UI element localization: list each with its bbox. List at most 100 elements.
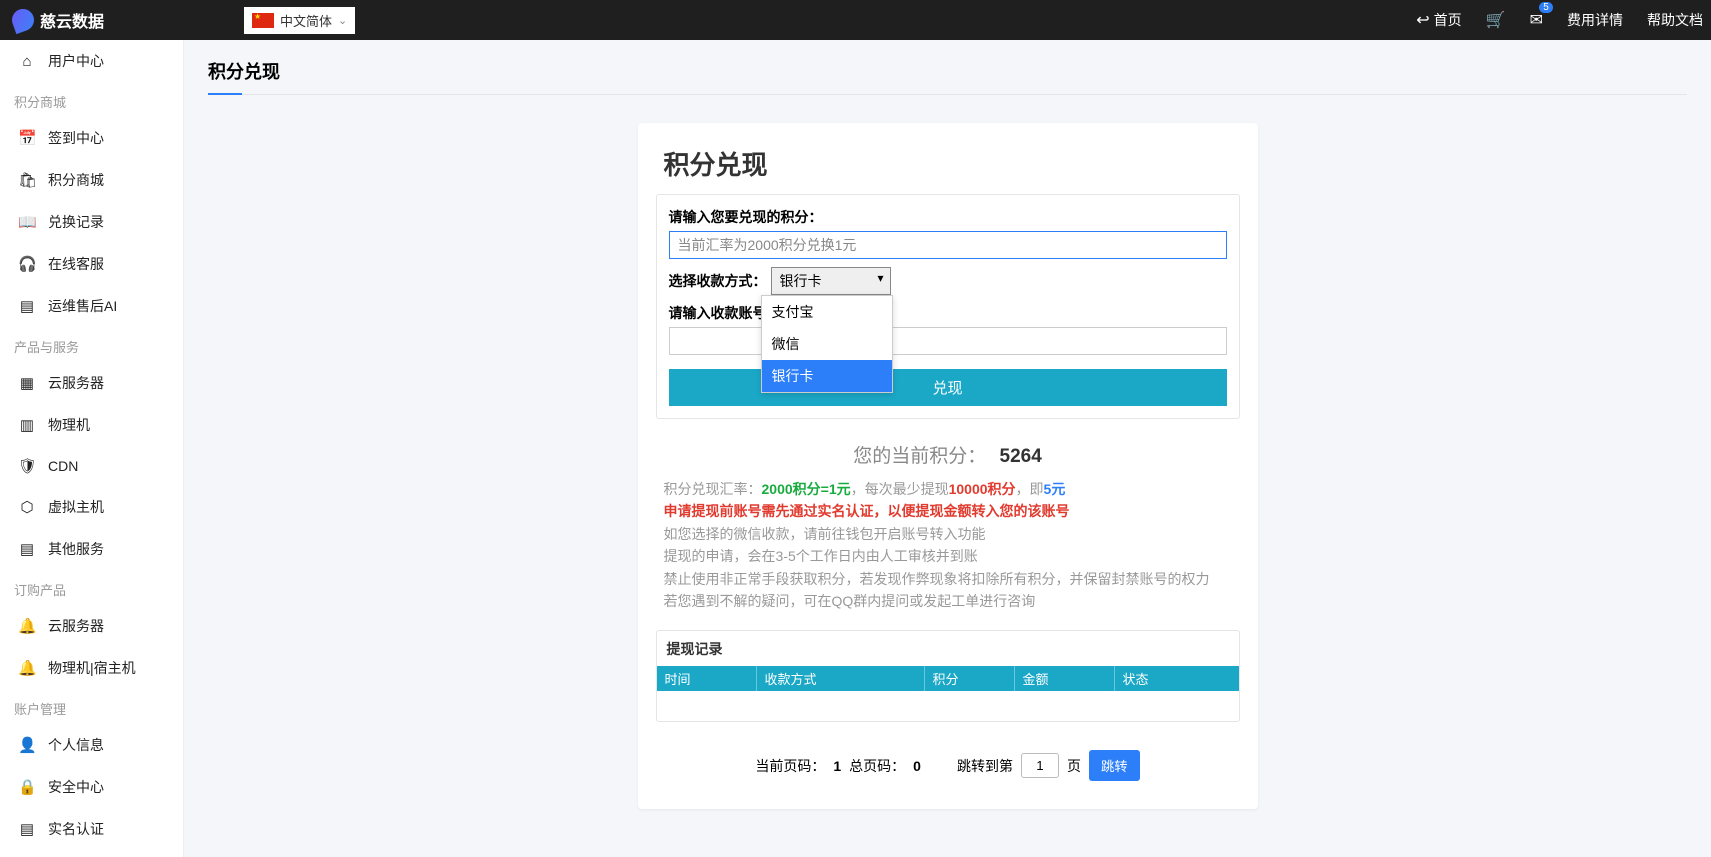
- sidebar-item-bare-metal[interactable]: ▥ 物理机: [0, 404, 183, 446]
- pager-jump-input[interactable]: [1021, 753, 1059, 778]
- top-header: 慈云数据 中文简体 ⌄ ↩ 首页 🛒 ✉ 5 费用详情 帮助文档: [0, 0, 1711, 40]
- sidebar-item-checkin[interactable]: 📅 签到中心: [0, 117, 183, 159]
- sidebar: ⌂ 用户中心 积分商城 📅 签到中心 🛍 积分商城 📖 兑换记录 🎧 在线客服 …: [0, 40, 184, 857]
- sidebar-item-exchange-log[interactable]: 📖 兑换记录: [0, 201, 183, 243]
- info-text-line: 若您遇到不解的疑问，可在QQ群内提问或发起工单进行咨询: [664, 590, 1232, 612]
- server-icon: ▥: [18, 416, 36, 434]
- method-option-alipay[interactable]: 支付宝: [762, 296, 892, 328]
- pager-jump-button[interactable]: 跳转: [1089, 750, 1140, 781]
- main-content: 积分兑现 积分兑现 请输入您要兑现的积分： 选择收款方式： 银行卡 支付宝 微信…: [184, 40, 1711, 849]
- sidebar-item-security[interactable]: 🔒 安全中心: [0, 766, 183, 808]
- nav-help[interactable]: 帮助文档: [1647, 10, 1703, 30]
- sidebar-item-cdn[interactable]: 🛡 CDN: [0, 446, 183, 486]
- col-points: 积分: [925, 666, 1015, 691]
- grid-icon: ▦: [18, 374, 36, 392]
- sidebar-item-label: 积分商城: [48, 170, 104, 190]
- nav-home-label: 首页: [1434, 10, 1462, 30]
- sidebar-item-profile[interactable]: 👤 个人信息: [0, 724, 183, 766]
- bell-icon: 🔔: [18, 617, 36, 635]
- col-time: 时间: [657, 666, 757, 691]
- sidebar-item-label: 个人信息: [48, 735, 104, 755]
- pager-jump-label: 跳转到第: [957, 756, 1013, 776]
- sidebar-item-cloud-server[interactable]: ▦ 云服务器: [0, 362, 183, 404]
- back-arrow-icon: ↩: [1416, 10, 1429, 30]
- info-warning: 申请提现前账号需先通过实名认证，以便提现金额转入您的该账号: [664, 500, 1232, 522]
- method-label: 选择收款方式：: [669, 271, 767, 291]
- user-icon: 👤: [18, 736, 36, 754]
- nav-billing[interactable]: 费用详情: [1567, 10, 1623, 30]
- info-text-line: 禁止使用非正常手段获取积分，若发现作弊现象将扣除所有积分，并保留封禁账号的权力: [664, 568, 1232, 590]
- info-text-line: 提现的申请，会在3-5个工作日内由人工审核并到账: [664, 545, 1232, 567]
- col-status: 状态: [1115, 666, 1239, 691]
- sidebar-group-services: 产品与服务: [0, 327, 183, 362]
- pager-page-word: 页: [1067, 756, 1081, 776]
- home-icon: ⌂: [18, 53, 36, 70]
- sidebar-item-label: 其他服务: [48, 539, 104, 559]
- account-input[interactable]: [669, 327, 1227, 355]
- page-title: 积分兑现: [208, 58, 1687, 95]
- sidebar-item-user-center[interactable]: ⌂ 用户中心: [0, 40, 183, 82]
- pager-total: 0: [913, 758, 921, 774]
- method-select[interactable]: 银行卡: [771, 267, 891, 295]
- nav-messages[interactable]: ✉ 5: [1530, 10, 1543, 30]
- sidebar-group-account: 账户管理: [0, 689, 183, 724]
- language-selector[interactable]: 中文简体 ⌄: [244, 7, 355, 34]
- sidebar-item-mall[interactable]: 🛍 积分商城: [0, 159, 183, 201]
- info-text-line: 如您选择的微信收款，请前往钱包开启账号转入功能: [664, 523, 1232, 545]
- cashout-form: 请输入您要兑现的积分： 选择收款方式： 银行卡 支付宝 微信 银行卡 请输入收款…: [656, 194, 1240, 419]
- points-label: 请输入您要兑现的积分：: [669, 207, 1227, 227]
- envelope-icon: ✉ 5: [1530, 10, 1543, 30]
- sidebar-group-mall: 积分商城: [0, 82, 183, 117]
- lock-icon: 🔒: [18, 778, 36, 796]
- sidebar-item-vhost[interactable]: ⬡ 虚拟主机: [0, 486, 183, 528]
- sidebar-item-label: 用户中心: [48, 51, 104, 71]
- pager-current-label: 当前页码：: [755, 756, 825, 776]
- records-title: 提现记录: [657, 631, 1239, 666]
- sidebar-item-label: 运维售后AI: [48, 296, 117, 316]
- balance-value: 5264: [1000, 446, 1042, 467]
- brand-logo[interactable]: 慈云数据: [12, 8, 104, 32]
- cart-icon: 🛒: [1486, 10, 1506, 30]
- bell-icon: 🔔: [18, 659, 36, 677]
- balance-row: 您的当前积分： 5264: [638, 441, 1258, 468]
- sidebar-item-label: 实名认证: [48, 819, 104, 839]
- sidebar-item-label: 兑换记录: [48, 212, 104, 232]
- sidebar-item-order-cloud[interactable]: 🔔 云服务器: [0, 605, 183, 647]
- cashout-card: 积分兑现 请输入您要兑现的积分： 选择收款方式： 银行卡 支付宝 微信 银行卡 …: [638, 123, 1258, 809]
- sidebar-item-realname[interactable]: ▤ 实名认证: [0, 808, 183, 850]
- sidebar-item-label: 虚拟主机: [48, 497, 104, 517]
- sidebar-item-support[interactable]: 🎧 在线客服: [0, 243, 183, 285]
- nav-cart[interactable]: 🛒: [1486, 10, 1506, 30]
- submit-button[interactable]: 兑现: [669, 369, 1227, 406]
- sidebar-item-other-services[interactable]: ▤ 其他服务: [0, 528, 183, 570]
- shield-icon: 🛡: [18, 457, 36, 475]
- info-text-line: ，每次最少提现: [851, 481, 949, 497]
- points-input[interactable]: [669, 231, 1227, 259]
- pager-current: 1: [833, 758, 841, 774]
- records-body: [657, 691, 1239, 721]
- calendar-icon: 📅: [18, 129, 36, 147]
- card-title: 积分兑现: [638, 145, 1258, 194]
- pager-total-label: 总页码：: [849, 756, 905, 776]
- method-option-wechat[interactable]: 微信: [762, 328, 892, 360]
- doc-icon: ▤: [18, 540, 36, 558]
- method-dropdown: 支付宝 微信 银行卡: [761, 295, 893, 393]
- nav-billing-label: 费用详情: [1567, 10, 1623, 30]
- sidebar-group-orders: 订购产品: [0, 570, 183, 605]
- brand-name: 慈云数据: [40, 8, 104, 32]
- nav-home[interactable]: ↩ 首页: [1416, 10, 1461, 30]
- sidebar-item-ops-ai[interactable]: ▤ 运维售后AI: [0, 285, 183, 327]
- book-icon: 📖: [18, 213, 36, 231]
- chevron-down-icon: ⌄: [338, 14, 347, 27]
- method-option-bankcard[interactable]: 银行卡: [762, 360, 892, 392]
- flag-cn-icon: [252, 13, 274, 28]
- method-selected-value: 银行卡: [780, 273, 822, 289]
- info-min-yuan: 5元: [1044, 481, 1066, 497]
- records-panel: 提现记录 时间 收款方式 积分 金额 状态: [656, 630, 1240, 722]
- sidebar-item-label: 在线客服: [48, 254, 104, 274]
- info-text-line: 积分兑现汇率：: [664, 481, 762, 497]
- sidebar-item-order-bare[interactable]: 🔔 物理机|宿主机: [0, 647, 183, 689]
- col-method: 收款方式: [757, 666, 925, 691]
- message-badge: 5: [1539, 2, 1553, 13]
- records-header-row: 时间 收款方式 积分 金额 状态: [657, 666, 1239, 691]
